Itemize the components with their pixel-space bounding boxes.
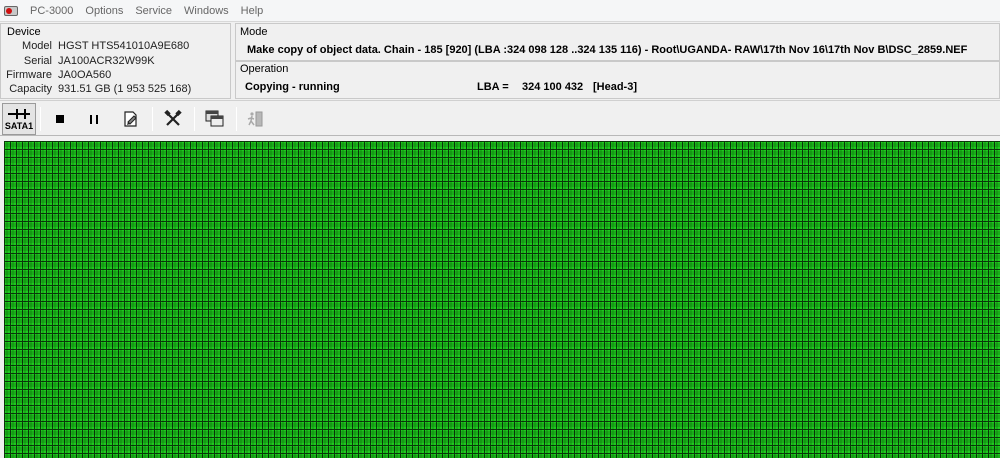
pause-icon [90,114,98,124]
model-value: HGST HTS541010A9E680 [58,40,190,52]
mode-panel: Mode Make copy of object data. Chain - 1… [235,23,1000,61]
exit-icon [247,111,263,127]
menu-title[interactable]: PC-3000 [24,0,79,22]
stop-button[interactable] [48,103,72,135]
capacity-label: Capacity [9,83,52,95]
device-panel: Device Model HGST HTS541010A9E680 Serial… [0,23,231,99]
toolbar-separator [152,107,153,131]
menu-options[interactable]: Options [79,0,129,22]
sector-map-shading [4,141,1000,458]
lba-value: 324 100 432 [522,81,584,93]
head-indicator: [Head-3] [593,81,638,93]
model-label: Model [22,40,52,52]
toolbar-separator [194,107,195,131]
firmware-label: Firmware [6,69,52,81]
serial-value: JA100ACR32W99K [58,55,155,67]
pause-button[interactable] [82,103,106,135]
document-edit-icon [124,111,137,127]
operation-panel: Operation Copying - running LBA = 324 10… [235,61,1000,99]
device-serial-row: Serial JA100ACR32W99K [1,55,232,69]
lba-label: LBA = [477,81,509,93]
menu-service[interactable]: Service [129,0,178,22]
app-logo-icon [4,4,20,18]
exit-button[interactable] [244,103,266,135]
menu-windows[interactable]: Windows [178,0,235,22]
mode-description: Make copy of object data. Chain - 185 [9… [247,44,968,56]
toolbar-separator [40,107,41,131]
capacity-value: 931.51 GB (1 953 525 168) [58,83,192,95]
windows-icon [205,110,224,127]
sata-port-label: SATA1 [4,121,34,131]
mode-legend: Mode [240,26,268,38]
device-firmware-row: Firmware JA0OA560 [1,69,232,83]
tools-icon [164,109,182,126]
device-capacity-row: Capacity 931.51 GB (1 953 525 168) [1,83,232,97]
stop-icon [56,115,64,123]
toolbar-separator [236,107,237,131]
tools-button[interactable] [160,103,186,135]
operation-legend: Operation [240,63,289,75]
menu-help[interactable]: Help [235,0,270,22]
edit-document-button[interactable] [118,103,144,135]
windows-button[interactable] [202,103,228,135]
device-legend: Device [7,26,41,38]
sata-connector-icon [6,107,32,121]
serial-label: Serial [23,55,52,67]
operation-status: Copying - running [245,81,340,93]
menu-bar: PC-3000 Options Service Windows Help [0,0,1000,22]
sector-map[interactable] [4,141,1000,458]
toolbar: SATA1 [0,100,1000,136]
device-model-row: Model HGST HTS541010A9E680 [1,40,232,54]
sata-port-button[interactable]: SATA1 [2,103,36,135]
firmware-value: JA0OA560 [58,69,112,81]
